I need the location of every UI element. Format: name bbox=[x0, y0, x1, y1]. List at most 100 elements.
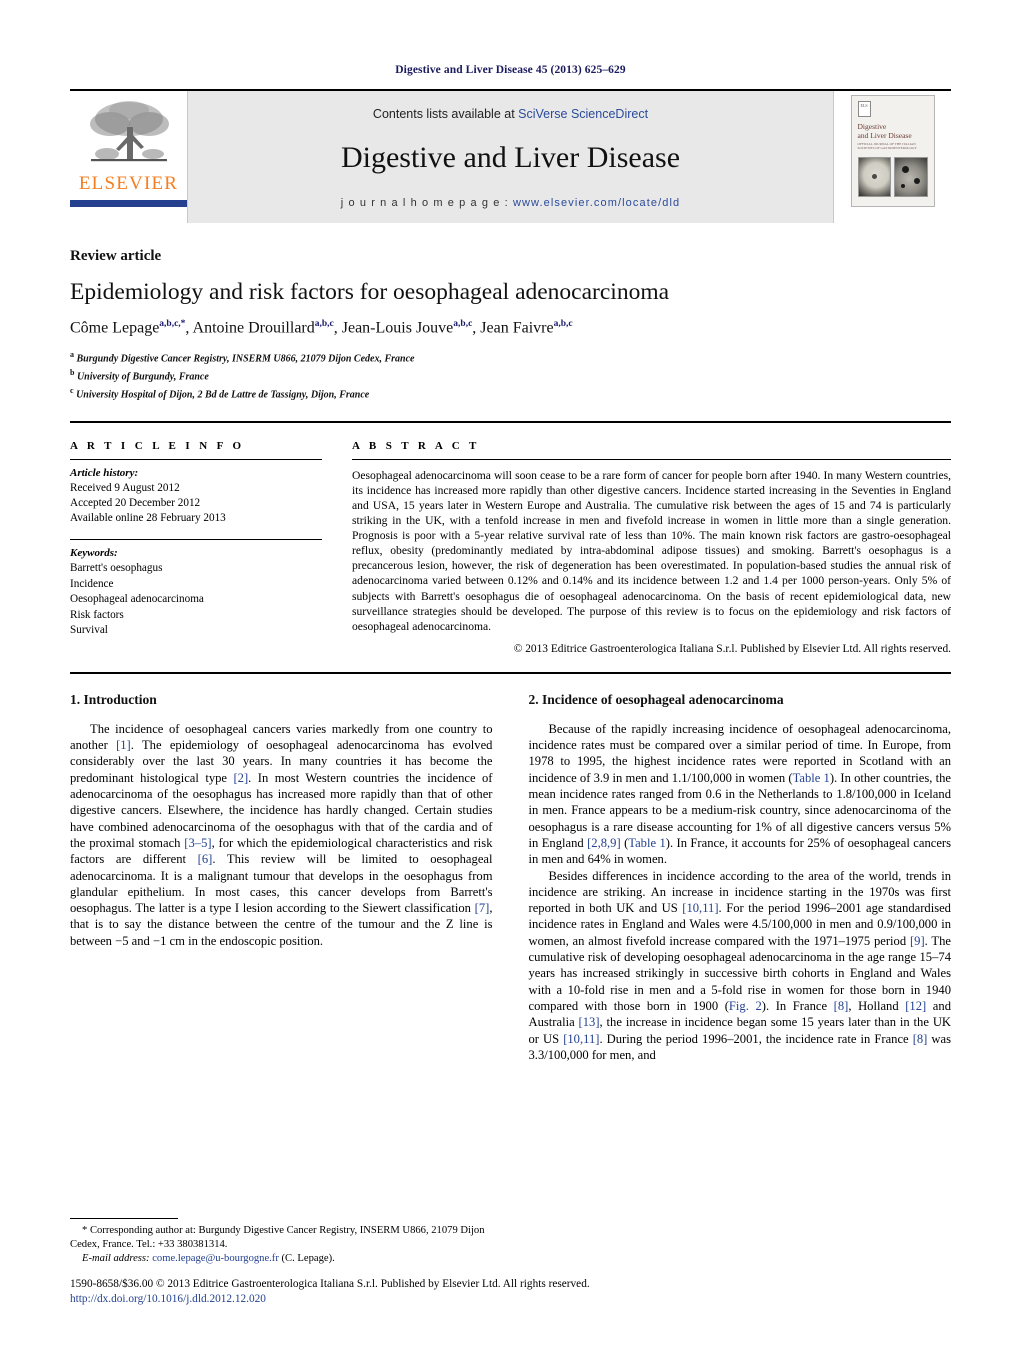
keyword-item: Risk factors bbox=[70, 608, 124, 621]
journal-cover-thumbnail: ELS Digestive and Liver Disease OFFICIAL… bbox=[850, 95, 935, 207]
info-abstract-block: A R T I C L E I N F O Article history: R… bbox=[70, 420, 951, 655]
cover-title: Digestive and Liver Disease bbox=[858, 122, 928, 140]
paragraph-incidence-2: Besides differences in incidence accordi… bbox=[529, 868, 952, 1064]
author-list: Côme Lepagea,b,c,*, Antoine Drouillarda,… bbox=[70, 319, 951, 337]
doi-link[interactable]: http://dx.doi.org/10.1016/j.dld.2012.12.… bbox=[70, 1292, 950, 1307]
affiliation-item: c University Hospital of Dijon, 2 Bd de … bbox=[70, 384, 951, 402]
email-label: E-mail address: bbox=[82, 1253, 150, 1264]
sciencedirect-link[interactable]: SciVerse ScienceDirect bbox=[518, 107, 648, 121]
journal-title: Digestive and Liver Disease bbox=[340, 141, 681, 174]
author-name[interactable]: Jean-Louis Jouve bbox=[342, 319, 454, 336]
author-name[interactable]: Jean Faivre bbox=[480, 319, 553, 336]
bottom-copyright-block: 1590-8658/$36.00 © 2013 Editrice Gastroe… bbox=[70, 1277, 950, 1307]
keywords-block: Keywords: Barrett's oesophagus Incidence… bbox=[70, 546, 322, 639]
body-column-left: 1. Introduction The incidence of oesopha… bbox=[70, 692, 493, 1063]
article-info-heading: A R T I C L E I N F O bbox=[70, 439, 245, 452]
section-heading-incidence: 2. Incidence of oesophageal adenocarcino… bbox=[528, 691, 784, 707]
citation-ref-10-11[interactable]: [10,11] bbox=[682, 901, 718, 915]
author-separator: , bbox=[185, 319, 193, 337]
cover-scan-image-2 bbox=[894, 157, 928, 197]
author-affiliation-marker: a,b,c,* bbox=[159, 319, 186, 330]
text-run: , Holland bbox=[848, 998, 906, 1013]
keywords-label: Keywords: bbox=[70, 546, 118, 559]
citation-ref-8b[interactable]: [8] bbox=[913, 1032, 928, 1046]
cover-scan-image-1 bbox=[857, 157, 891, 197]
page-title: Epidemiology and risk factors for oesoph… bbox=[70, 279, 670, 305]
history-received: Received 9 August 2012 bbox=[70, 481, 180, 494]
cover-title-line1: Digestive bbox=[857, 122, 887, 131]
footnote-corresponding-author: * Corresponding author at: Burgundy Dige… bbox=[70, 1224, 500, 1252]
text-run: (C. Lepage). bbox=[278, 1253, 335, 1264]
paragraph-introduction: The incidence of oesophageal cancers var… bbox=[70, 721, 493, 949]
abstract-copyright: © 2013 Editrice Gastroenterologica Itali… bbox=[513, 642, 951, 655]
paragraph-incidence-1: Because of the rapidly increasing incide… bbox=[529, 721, 952, 868]
title-block: Review article Epidemiology and risk fac… bbox=[70, 248, 951, 402]
affiliation-item: a Burgundy Digestive Cancer Registry, IN… bbox=[70, 348, 951, 366]
elsevier-tree-icon bbox=[89, 101, 169, 162]
issn-copyright-line: 1590-8658/$36.00 © 2013 Editrice Gastroe… bbox=[70, 1278, 590, 1290]
homepage-prefix: j o u r n a l h o m e p a g e : bbox=[340, 197, 513, 209]
link-table-1[interactable]: Table 1 bbox=[793, 771, 830, 785]
elsevier-wordmark: ELSEVIER bbox=[78, 173, 179, 194]
affiliation-text: Burgundy Digestive Cancer Registry, INSE… bbox=[74, 353, 415, 365]
abstract-heading: A B S T R A C T bbox=[352, 439, 480, 452]
keyword-item: Survival bbox=[70, 624, 108, 637]
keyword-item: Incidence bbox=[70, 577, 114, 590]
abstract-divider bbox=[352, 458, 951, 460]
citation-ref-13[interactable]: [13] bbox=[579, 1015, 600, 1029]
cover-publisher-logo-icon: ELS bbox=[857, 101, 871, 117]
article-info-divider bbox=[70, 458, 322, 460]
contents-prefix: Contents lists available at bbox=[372, 107, 519, 121]
keywords-divider bbox=[70, 538, 322, 540]
article-page: Digestive and Liver Disease 45 (2013) 62… bbox=[0, 0, 1021, 1351]
text-run: ). In France bbox=[761, 998, 834, 1013]
journal-homepage-line: j o u r n a l h o m e p a g e : www.else… bbox=[341, 197, 680, 209]
link-table-1b[interactable]: Table 1 bbox=[628, 836, 666, 850]
citation-ref-6[interactable]: [6] bbox=[198, 852, 213, 866]
affiliation-text: University of Burgundy, France bbox=[74, 371, 209, 383]
author-separator: , bbox=[333, 319, 342, 337]
body-column-right: 2. Incidence of oesophageal adenocarcino… bbox=[529, 692, 952, 1063]
footnote-block: * Corresponding author at: Burgundy Dige… bbox=[70, 1218, 500, 1266]
cover-images bbox=[857, 157, 928, 197]
contents-list-line: Contents lists available at SciVerse Sci… bbox=[373, 107, 648, 121]
citation-ref-12[interactable]: [12] bbox=[905, 999, 926, 1013]
journal-cover-container: ELS Digestive and Liver Disease OFFICIAL… bbox=[833, 91, 951, 223]
cover-title-line2: and Liver Disease bbox=[857, 131, 912, 140]
homepage-url-link[interactable]: www.elsevier.com/locate/dld bbox=[513, 197, 680, 209]
article-type-kicker: Review article bbox=[70, 248, 162, 264]
link-fig-2[interactable]: Fig. 2 bbox=[729, 999, 762, 1013]
section-heading-introduction: 1. Introduction bbox=[70, 691, 157, 707]
author-name[interactable]: Antoine Drouillard bbox=[193, 319, 315, 336]
article-info-column: A R T I C L E I N F O Article history: R… bbox=[70, 440, 322, 655]
citation-ref-2-8-9[interactable]: [2,8,9] bbox=[587, 836, 621, 850]
author-name[interactable]: Côme Lepage bbox=[70, 319, 159, 336]
text-run: Corresponding author at: Burgundy Digest… bbox=[70, 1225, 485, 1250]
article-history: Article history: Received 9 August 2012 … bbox=[70, 466, 322, 526]
text-run: . During the period 1996–2001, the incid… bbox=[599, 1031, 913, 1046]
keyword-item: Oesophageal adenocarcinoma bbox=[70, 593, 204, 606]
citation-ref-10-11b[interactable]: [10,11] bbox=[563, 1032, 599, 1046]
citation-ref-8[interactable]: [8] bbox=[834, 999, 849, 1013]
history-accepted: Accepted 20 December 2012 bbox=[70, 496, 201, 509]
main-divider bbox=[70, 671, 951, 674]
email-link[interactable]: come.lepage@u-bourgogne.fr bbox=[152, 1253, 279, 1264]
abstract-text: Oesophageal adenocarcinoma will soon cea… bbox=[352, 468, 951, 633]
keyword-item: Barrett's oesophagus bbox=[70, 562, 163, 575]
affiliation-text: University Hospital of Dijon, 2 Bd de La… bbox=[73, 389, 370, 401]
history-online: Available online 28 February 2013 bbox=[70, 511, 226, 524]
citation-ref-7[interactable]: [7] bbox=[475, 901, 490, 915]
journal-band: Contents lists available at SciVerse Sci… bbox=[188, 91, 833, 223]
footnote-divider bbox=[70, 1218, 178, 1219]
affiliation-item: b University of Burgundy, France bbox=[70, 366, 951, 384]
citation-ref-3-5[interactable]: [3–5] bbox=[184, 836, 211, 850]
citation-ref-1[interactable]: [1] bbox=[116, 738, 131, 752]
author-affiliation-marker: a,b,c bbox=[553, 319, 573, 330]
journal-masthead: ELSEVIER Contents lists available at Sci… bbox=[70, 89, 951, 223]
author-affiliation-marker: a,b,c bbox=[314, 319, 334, 330]
citation-ref-2[interactable]: [2] bbox=[233, 771, 248, 785]
running-head: Digestive and Liver Disease 45 (2013) 62… bbox=[395, 64, 626, 76]
cover-subtitle: OFFICIAL JOURNAL OF THE ITALIAN SOCIETIE… bbox=[857, 142, 917, 150]
author-affiliation-marker: a,b,c bbox=[453, 319, 473, 330]
citation-ref-9[interactable]: [9] bbox=[910, 934, 925, 948]
